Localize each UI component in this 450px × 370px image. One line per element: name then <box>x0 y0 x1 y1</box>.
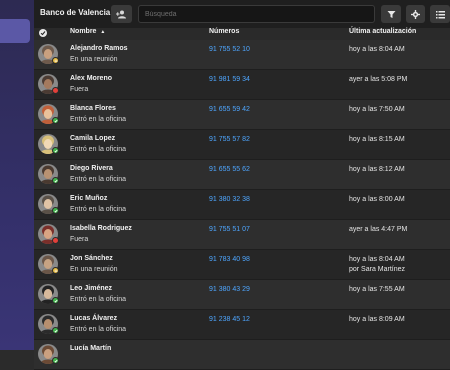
filter-icon <box>387 10 395 18</box>
check-circle-icon <box>39 29 47 37</box>
contact-name[interactable]: Jon Sánchez <box>70 255 113 262</box>
contact-name[interactable]: Isabella Rodriguez <box>70 225 132 232</box>
table-row[interactable]: Blanca Flores Entró en la oficina 91 655… <box>34 100 450 130</box>
status-indicator-icon <box>52 147 59 154</box>
contacts-panel: Banco de Valencia Búsqueda Nombre ▲ Núme… <box>34 0 450 370</box>
list-icon <box>435 10 445 18</box>
column-header-numbers[interactable]: Números <box>209 28 239 35</box>
last-updated: ayer a las 4:47 PM <box>349 226 408 233</box>
contact-number[interactable]: 91 755 52 10 <box>209 46 250 53</box>
status-indicator-icon <box>52 117 59 124</box>
contact-status: En una reunión <box>70 56 118 63</box>
table-row[interactable]: Alejandro Ramos En una reunión 91 755 52… <box>34 40 450 70</box>
sidebar-selected-item[interactable] <box>0 19 30 43</box>
settings-button[interactable] <box>406 5 425 23</box>
contact-number[interactable]: 91 755 57 82 <box>209 136 250 143</box>
column-header-name-label: Nombre <box>70 28 97 35</box>
status-indicator-icon <box>52 57 59 64</box>
sort-ascending-icon: ▲ <box>100 29 106 35</box>
contact-number[interactable]: 91 655 59 42 <box>209 106 250 113</box>
status-indicator-icon <box>52 267 59 274</box>
contact-name[interactable]: Leo Jiménez <box>70 285 112 292</box>
status-indicator-icon <box>52 207 59 214</box>
add-user-button[interactable] <box>111 5 132 23</box>
status-indicator-icon <box>52 177 59 184</box>
last-updated: hoy a las 7:55 AM <box>349 286 405 293</box>
contact-number[interactable]: 91 981 59 34 <box>209 76 250 83</box>
contact-name[interactable]: Diego Rivera <box>70 165 113 172</box>
contact-name[interactable]: Eric Muñoz <box>70 195 107 202</box>
table-row[interactable]: Diego Rivera Entró en la oficina 91 655 … <box>34 160 450 190</box>
page-title: Banco de Valencia <box>40 8 111 17</box>
contact-status: Entró en la oficina <box>70 116 127 123</box>
last-updated: hoy a las 8:04 AM <box>349 256 405 263</box>
contact-status: Entró en la oficina <box>70 176 127 183</box>
table-header: Nombre ▲ Números Última actualización <box>34 28 450 38</box>
status-indicator-icon <box>52 237 59 244</box>
contact-number[interactable]: 91 783 40 98 <box>209 256 250 263</box>
toolbar: Banco de Valencia <box>34 0 450 28</box>
column-header-updated[interactable]: Última actualización <box>349 28 416 35</box>
list-view-button[interactable] <box>430 5 450 23</box>
status-indicator-icon <box>52 357 59 364</box>
table-row[interactable]: Camila Lopez Entró en la oficina 91 755 … <box>34 130 450 160</box>
last-updated: hoy a las 8:04 AM <box>349 46 405 53</box>
select-all-checkbox[interactable] <box>39 29 47 39</box>
updated-by: por Sara Martínez <box>349 266 406 273</box>
table-row[interactable]: Isabella Rodriguez Fuera 91 755 51 07 ay… <box>34 220 450 250</box>
table-row[interactable]: Eric Muñoz Entró en la oficina 91 380 32… <box>34 190 450 220</box>
add-user-icon <box>116 10 126 18</box>
table-row[interactable]: Leo Jiménez Entró en la oficina 91 380 4… <box>34 280 450 310</box>
last-updated: hoy a las 8:12 AM <box>349 166 405 173</box>
left-sidebar <box>0 0 34 350</box>
contact-status: Entró en la oficina <box>70 296 127 303</box>
last-updated: hoy a las 8:15 AM <box>349 136 405 143</box>
contact-name[interactable]: Lucía Martín <box>70 345 111 352</box>
status-indicator-icon <box>52 297 59 304</box>
contact-number[interactable]: 91 755 51 07 <box>209 226 250 233</box>
contact-name[interactable]: Camila Lopez <box>70 135 115 142</box>
contact-status: Entró en la oficina <box>70 206 127 213</box>
last-updated: hoy a las 8:00 AM <box>349 196 405 203</box>
contact-name[interactable]: Blanca Flores <box>70 105 116 112</box>
table-row[interactable]: Lucía Martín <box>34 340 450 370</box>
search-input[interactable] <box>138 5 375 23</box>
last-updated: ayer a las 5:08 PM <box>349 76 408 83</box>
contact-name[interactable]: Alejandro Ramos <box>70 45 128 52</box>
contact-name[interactable]: Lucas Álvarez <box>70 315 117 322</box>
table-row[interactable]: Alex Moreno Fuera 91 981 59 34 ayer a la… <box>34 70 450 100</box>
table-row[interactable]: Lucas Álvarez Entró en la oficina 91 238… <box>34 310 450 340</box>
contact-status: Fuera <box>70 86 89 93</box>
contact-number[interactable]: 91 238 45 12 <box>209 316 250 323</box>
table-row[interactable]: Jon Sánchez En una reunión 91 783 40 98 … <box>34 250 450 280</box>
contact-number[interactable]: 91 380 43 29 <box>209 286 250 293</box>
gear-icon <box>411 9 420 19</box>
contact-status: Entró en la oficina <box>70 326 127 333</box>
contact-status: Fuera <box>70 236 89 243</box>
contact-number[interactable]: 91 380 32 38 <box>209 196 250 203</box>
status-indicator-icon <box>52 327 59 334</box>
contact-name[interactable]: Alex Moreno <box>70 75 112 82</box>
contact-status: Entró en la oficina <box>70 146 127 153</box>
column-header-name[interactable]: Nombre ▲ <box>70 28 105 35</box>
last-updated: hoy a las 8:09 AM <box>349 316 405 323</box>
filter-button[interactable] <box>381 5 401 23</box>
contact-status: En una reunión <box>70 266 118 273</box>
status-indicator-icon <box>52 87 59 94</box>
contact-number[interactable]: 91 655 55 62 <box>209 166 250 173</box>
last-updated: hoy a las 7:50 AM <box>349 106 405 113</box>
